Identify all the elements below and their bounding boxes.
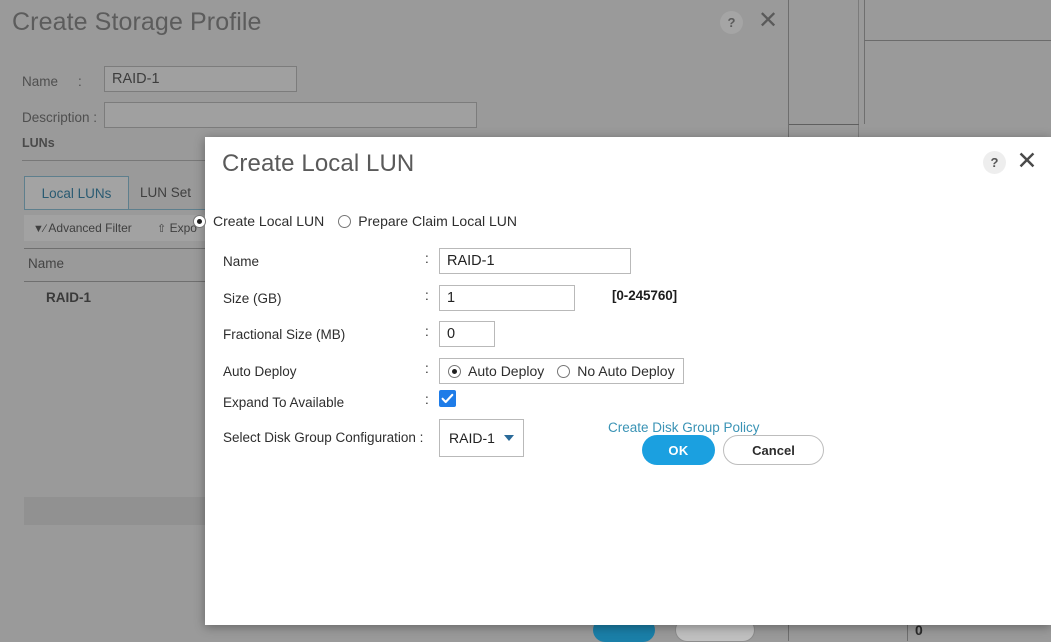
close-icon[interactable]: ✕ [756, 9, 780, 33]
radio-icon-unselected [557, 364, 571, 378]
bg-panel-rule-2 [789, 124, 859, 125]
auto-deploy-radio-group: Auto Deploy No Auto Deploy [439, 358, 684, 384]
checkmark-icon [441, 393, 454, 404]
radio-prepare-claim-label: Prepare Claim Local LUN [358, 213, 518, 229]
export-button[interactable]: ⇧ Expo [157, 221, 197, 235]
export-icon: ⇧ [157, 223, 167, 235]
name-colon: : [425, 251, 429, 266]
create-disk-group-policy-link[interactable]: Create Disk Group Policy [608, 420, 760, 435]
background-dialog-title: Create Storage Profile [12, 8, 262, 36]
row-auto-deploy: Auto Deploy [223, 358, 297, 384]
row-fractional-size: Fractional Size (MB) [223, 321, 345, 347]
row-expand-to-available: Expand To Available [223, 389, 344, 415]
close-icon[interactable]: ✕ [1014, 148, 1040, 174]
radio-create-local-lun[interactable]: Create Local LUN [193, 213, 324, 229]
bg-name-value: RAID-1 [112, 71, 160, 87]
radio-icon-selected [193, 214, 206, 228]
auto-deploy-colon: : [425, 361, 429, 376]
radio-no-auto-deploy-label: No Auto Deploy [577, 363, 675, 379]
size-colon: : [425, 288, 429, 303]
bg-description-label: Description : [22, 110, 98, 125]
radio-icon-selected [448, 364, 461, 378]
advanced-filter-label: Advanced Filter [48, 221, 132, 235]
radio-create-local-lun-label: Create Local LUN [213, 213, 325, 229]
disk-group-value: RAID-1 [449, 430, 495, 446]
size-range-hint: [0-245760] [612, 288, 678, 303]
bg-column-header-name: Name [28, 256, 65, 271]
help-icon[interactable]: ? [720, 11, 743, 34]
fractional-size-colon: : [425, 324, 429, 339]
filter-icon: ▼∕ [33, 223, 46, 235]
name-label: Name [223, 253, 260, 269]
expand-to-available-checkbox[interactable] [439, 390, 456, 407]
dialog-title: Create Local LUN [222, 150, 415, 177]
cancel-button[interactable]: Cancel [723, 435, 824, 465]
help-icon[interactable]: ? [983, 151, 1006, 174]
bg-panel-divider-2 [864, 0, 865, 124]
expand-to-available-colon: : [425, 392, 429, 407]
size-label: Size (GB) [223, 290, 282, 306]
table-row[interactable]: RAID-1 [46, 290, 91, 305]
radio-no-auto-deploy[interactable]: No Auto Deploy [557, 363, 675, 379]
expand-to-available-label: Expand To Available [223, 394, 345, 410]
radio-icon-unselected [338, 214, 352, 228]
row-size: Size (GB) [223, 285, 282, 311]
radio-prepare-claim-local-lun[interactable]: Prepare Claim Local LUN [338, 213, 517, 229]
bg-section-label: LUNs [22, 136, 55, 150]
bg-panel-rule-1 [864, 40, 1051, 41]
chevron-down-icon [503, 435, 514, 441]
auto-deploy-label: Auto Deploy [223, 363, 297, 379]
bg-name-label: Name [22, 74, 59, 89]
disk-group-label: Select Disk Group Configuration : [223, 429, 424, 445]
radio-auto-deploy[interactable]: Auto Deploy [448, 363, 544, 379]
row-disk-group-configuration: Select Disk Group Configuration : [223, 424, 423, 450]
fractional-size-label: Fractional Size (MB) [223, 326, 346, 342]
radio-auto-deploy-label: Auto Deploy [468, 363, 545, 379]
lun-mode-radio-group: Create Local LUN Prepare Claim Local LUN [193, 213, 517, 229]
bg-panel-divider-1 [858, 0, 859, 140]
disk-group-dropdown[interactable]: RAID-1 [439, 419, 524, 457]
row-name: Name [223, 248, 259, 274]
bg-name-colon: : [78, 74, 82, 89]
ok-button[interactable]: OK [642, 435, 715, 465]
bg-name-input[interactable]: RAID-1 [104, 66, 297, 92]
bg-description-input[interactable] [104, 102, 477, 128]
size-input[interactable]: 1 [439, 285, 575, 311]
tab-local-luns[interactable]: Local LUNs [24, 176, 129, 209]
advanced-filter-button[interactable]: ▼∕ Advanced Filter [33, 221, 132, 235]
name-input[interactable]: RAID-1 [439, 248, 631, 274]
fractional-size-input[interactable]: 0 [439, 321, 495, 347]
